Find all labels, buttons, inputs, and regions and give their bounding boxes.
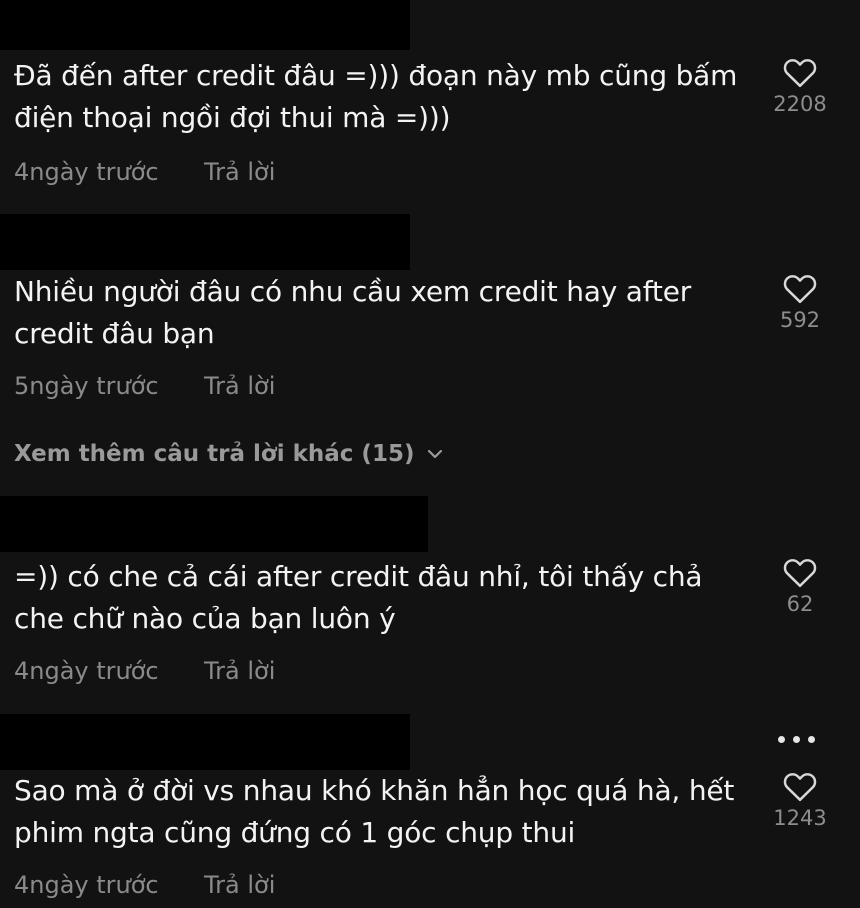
chevron-down-icon (428, 449, 443, 459)
like-count: 62 (786, 592, 814, 616)
comment-text: =)) có che cả cái after credit đâu nhỉ, … (14, 560, 703, 635)
reply-button[interactable]: Trả lời (204, 871, 275, 899)
comment-text: Đã đến after credit đâu =))) đoạn này mb… (14, 59, 738, 134)
like-count: 2208 (773, 92, 827, 116)
reply-button[interactable]: Trả lời (204, 158, 275, 186)
reply-button[interactable]: Trả lời (204, 372, 275, 400)
dot (808, 736, 815, 743)
comment-time: 4ngày trước (14, 657, 159, 685)
comment-text: Nhiều người đâu có nhu cầu xem credit ha… (14, 275, 692, 350)
more-options-icon[interactable] (778, 736, 815, 743)
comment-meta: 4ngày trước Trả lời (14, 657, 275, 685)
comment-text: Sao mà ở đời vs nhau khó khăn hẳn học qu… (14, 774, 735, 849)
redacted-username (0, 496, 428, 552)
like-count: 592 (779, 308, 821, 332)
like-button[interactable]: 592 (760, 272, 840, 332)
comment-time: 5ngày trước (14, 372, 159, 400)
reply-button[interactable]: Trả lời (204, 657, 275, 685)
dot (778, 736, 785, 743)
heart-outline-icon (783, 773, 817, 802)
comment-meta: 4ngày trước Trả lời (14, 871, 275, 899)
like-button[interactable]: 2208 (760, 56, 840, 116)
comment-time: 4ngày trước (14, 871, 159, 899)
comment-meta: 4ngày trước Trả lời (14, 158, 275, 186)
dot (793, 736, 800, 743)
comment-meta: 5ngày trước Trả lời (14, 372, 275, 400)
view-more-replies-button[interactable]: Xem thêm câu trả lời khác (15) (14, 441, 444, 467)
view-more-replies-label: Xem thêm câu trả lời khác (15) (14, 441, 415, 467)
like-button[interactable]: 1243 (760, 770, 840, 830)
heart-outline-icon (783, 275, 817, 304)
redacted-username (0, 714, 410, 770)
like-count: 1243 (773, 806, 827, 830)
redacted-username (0, 0, 410, 50)
like-button[interactable]: 62 (760, 556, 840, 616)
heart-outline-icon (783, 559, 817, 588)
comment-time: 4ngày trước (14, 158, 159, 186)
redacted-username (0, 214, 410, 270)
heart-outline-icon (783, 59, 817, 88)
